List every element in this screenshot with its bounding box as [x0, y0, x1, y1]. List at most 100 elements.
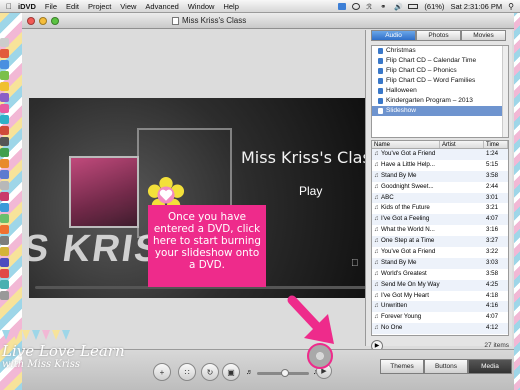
- dock-app-icon[interactable]: [0, 247, 9, 256]
- song-name: ♫ Stand By Me: [372, 171, 440, 182]
- dock-app-icon[interactable]: [0, 214, 9, 223]
- menu-help[interactable]: Help: [223, 2, 238, 11]
- volume-slider[interactable]: [257, 369, 309, 377]
- media-button[interactable]: Media: [468, 359, 512, 374]
- song-row[interactable]: ♫ Unwritten 4:16: [372, 301, 508, 313]
- dropbox-icon[interactable]: [338, 2, 347, 10]
- song-name: ♫ Unwritten: [372, 301, 440, 312]
- dock-app-icon[interactable]: [0, 170, 9, 179]
- song-row[interactable]: ♫ World's Greatest 3:58: [372, 269, 508, 280]
- dock-app-icon[interactable]: [0, 71, 9, 80]
- source-item[interactable]: Flip Chart CD – Word Families: [372, 76, 508, 86]
- motion-button[interactable]: ↻: [201, 363, 219, 381]
- menu-clock[interactable]: Sat 2:31:06 PM: [450, 2, 502, 11]
- song-row[interactable]: ♫ I've Got a Feeling 4:07: [372, 214, 508, 226]
- spotlight-icon[interactable]: ⚲: [508, 2, 514, 11]
- source-scrollbar[interactable]: [502, 46, 508, 137]
- song-row[interactable]: ♫ Stand By Me 3:58: [372, 170, 508, 182]
- column-artist[interactable]: Artist: [440, 141, 484, 148]
- add-button[interactable]: +: [153, 363, 171, 381]
- music-note-icon: ♫: [374, 193, 379, 201]
- song-row[interactable]: ♫ Kids of the Future 3:21: [372, 203, 508, 214]
- menu-advanced[interactable]: Advanced: [145, 2, 178, 11]
- desktop-pattern-right: [514, 0, 520, 390]
- menu-file[interactable]: File: [45, 2, 57, 11]
- app-menu[interactable]: iDVD: [18, 2, 36, 11]
- tab-movies[interactable]: Movies: [461, 30, 506, 41]
- minimize-button[interactable]: [39, 16, 47, 25]
- source-item[interactable]: Halloween: [372, 86, 508, 96]
- volume-icon[interactable]: 🔊: [394, 3, 403, 11]
- title-bar[interactable]: Miss Kriss's Class: [22, 13, 514, 29]
- buttons-button[interactable]: Buttons: [424, 359, 468, 374]
- dock-app-icon[interactable]: [0, 115, 9, 124]
- dock-app-icon[interactable]: [0, 225, 9, 234]
- dock-app-icon[interactable]: [0, 269, 9, 278]
- song-row[interactable]: ♫ I've Got My Heart 4:18: [372, 291, 508, 302]
- song-row[interactable]: ♫ What the World N... 3:16: [372, 225, 508, 236]
- menu-window[interactable]: Window: [188, 2, 215, 11]
- song-row[interactable]: ♫ You've Got a Friend 1:24: [372, 149, 508, 160]
- dock-app-icon[interactable]: [0, 60, 9, 69]
- menu-title[interactable]: Miss Kriss's Class: [241, 148, 379, 167]
- menu-edit[interactable]: Edit: [66, 2, 79, 11]
- volume-knob[interactable]: [281, 369, 289, 377]
- song-row[interactable]: ♫ Goodnight Sweet... 2:44: [372, 182, 508, 193]
- dock-app-icon[interactable]: [0, 159, 9, 168]
- play-menu-button[interactable]: Play: [299, 184, 322, 198]
- song-row[interactable]: ♫What a MiracleHap Palmer2:38: [372, 334, 508, 336]
- menu-project[interactable]: Project: [88, 2, 111, 11]
- tab-audio[interactable]: Audio: [371, 30, 416, 41]
- apple-menu-icon[interactable]: : [0, 2, 18, 11]
- song-row[interactable]: ♫ Forever Young 4:07: [372, 312, 508, 323]
- song-title: Forever Young: [381, 313, 422, 321]
- song-artist: [440, 225, 484, 236]
- themes-button[interactable]: Themes: [380, 359, 424, 374]
- drop-zone-photo[interactable]: [69, 156, 139, 228]
- battery-icon[interactable]: [408, 3, 419, 9]
- source-item[interactable]: Flip Chart CD – Calendar Time: [372, 56, 508, 66]
- time-machine-icon[interactable]: [352, 2, 361, 10]
- song-row[interactable]: ♫ Have a Little Help... 5:15: [372, 160, 508, 171]
- song-title: What a Miracle: [381, 335, 422, 336]
- dock-app-icon[interactable]: [0, 137, 9, 146]
- column-time[interactable]: Time: [484, 141, 508, 148]
- zoom-button[interactable]: [51, 16, 59, 25]
- music-note-icon: ♫: [374, 248, 379, 256]
- dock-app-icon[interactable]: [0, 38, 9, 47]
- map-view-button[interactable]: ∷: [178, 363, 196, 381]
- song-row[interactable]: ♫ No One 4:12: [372, 323, 508, 335]
- tab-photos[interactable]: Photos: [416, 30, 461, 41]
- dock-app-icon[interactable]: [0, 104, 9, 113]
- wifi-icon[interactable]: ⚭: [380, 3, 388, 11]
- music-note-icon: ♫: [374, 182, 379, 190]
- dock-app-icon[interactable]: [0, 236, 9, 245]
- source-item-selected[interactable]: Slideshow: [372, 106, 508, 116]
- column-name[interactable]: Name: [372, 141, 440, 148]
- close-button[interactable]: [27, 16, 35, 25]
- menu-view[interactable]: View: [120, 2, 136, 11]
- dock-app-icon[interactable]: [0, 49, 9, 58]
- dock-app-icon[interactable]: [0, 192, 9, 201]
- watermark: Live Love Learn with Miss Kriss: [2, 344, 125, 371]
- dock-app-icon[interactable]: [0, 203, 9, 212]
- song-row[interactable]: ♫ ABC 3:01: [372, 192, 508, 204]
- song-row[interactable]: ♫ Send Me On My Way 4:25: [372, 279, 508, 291]
- edit-drop-zones-button[interactable]: ▣: [222, 363, 240, 381]
- dock-app-icon[interactable]: [0, 93, 9, 102]
- burn-button[interactable]: [307, 343, 333, 369]
- source-item[interactable]: Flip Chart CD – Phonics: [372, 66, 508, 76]
- dock-app-icon[interactable]: [0, 280, 9, 289]
- source-item[interactable]: Kindergarten Program – 2013: [372, 96, 508, 106]
- dock-app-icon[interactable]: [0, 258, 9, 267]
- dock-app-icon[interactable]: [0, 126, 9, 135]
- dock-app-icon[interactable]: [0, 291, 9, 300]
- bluetooth-icon[interactable]: ℛ: [366, 3, 374, 11]
- song-row[interactable]: ♫ You've Got a Friend 3:22: [372, 247, 508, 258]
- dock-app-icon[interactable]: [0, 82, 9, 91]
- song-row[interactable]: ♫ Stand By Me 3:03: [372, 257, 508, 269]
- dock-app-icon[interactable]: [0, 148, 9, 157]
- dock-app-icon[interactable]: [0, 181, 9, 190]
- source-item[interactable]: Christmas: [372, 46, 508, 56]
- song-row[interactable]: ♫ One Step at a Time 3:27: [372, 236, 508, 248]
